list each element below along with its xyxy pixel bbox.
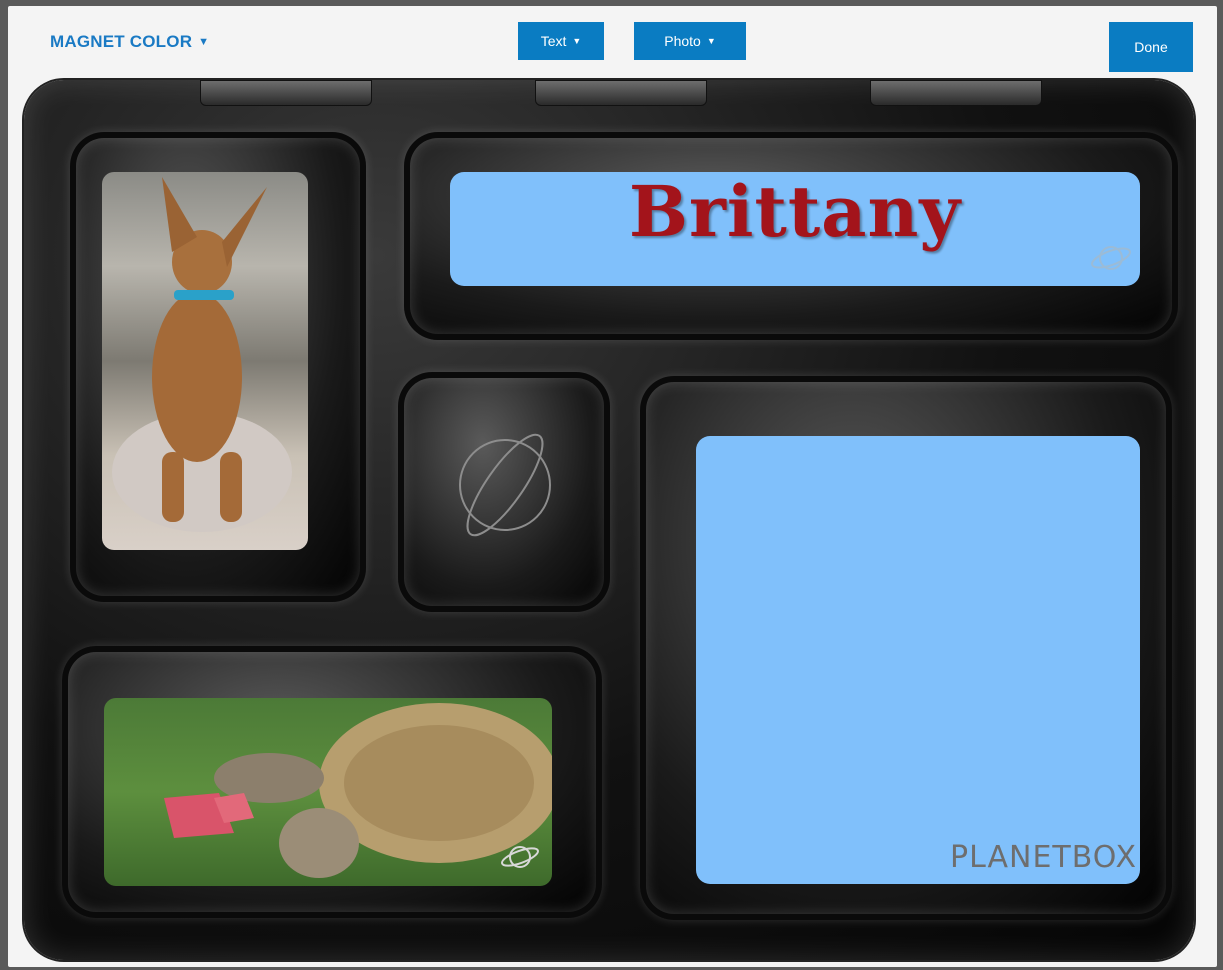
magnet-color-label: MAGNET COLOR — [50, 32, 193, 51]
hinge-left — [200, 80, 372, 106]
hinge-center — [535, 80, 707, 106]
planet-logo-icon — [501, 846, 539, 868]
photo-button-label: Photo — [664, 33, 701, 49]
planet-logo-icon — [1091, 246, 1131, 270]
large-magnet-panel[interactable] — [696, 436, 1140, 884]
done-button-label: Done — [1134, 39, 1168, 55]
name-text: Brittany — [628, 170, 962, 253]
text-button-label: Text — [540, 33, 567, 49]
dog-photo[interactable] — [102, 172, 308, 550]
toolbar: MAGNET COLOR ▼ Text ▼ Photo ▼ Done — [8, 6, 1217, 84]
magnet-color-dropdown[interactable]: MAGNET COLOR ▼ — [50, 32, 209, 52]
photo-button[interactable]: Photo ▼ — [634, 22, 746, 60]
hinge-right — [870, 80, 1042, 106]
tortoise-photo[interactable] — [104, 698, 552, 886]
planetbox-emboss-icon — [459, 433, 551, 537]
brand-logo: PLANETBOX — [950, 840, 1138, 875]
text-button[interactable]: Text ▼ — [518, 22, 604, 60]
chevron-down-icon: ▼ — [198, 36, 210, 48]
dog-image — [112, 177, 292, 532]
chevron-down-icon: ▼ — [572, 36, 582, 46]
tortoise-image — [164, 703, 552, 878]
chevron-down-icon: ▼ — [706, 36, 716, 46]
done-button[interactable]: Done — [1109, 22, 1193, 72]
